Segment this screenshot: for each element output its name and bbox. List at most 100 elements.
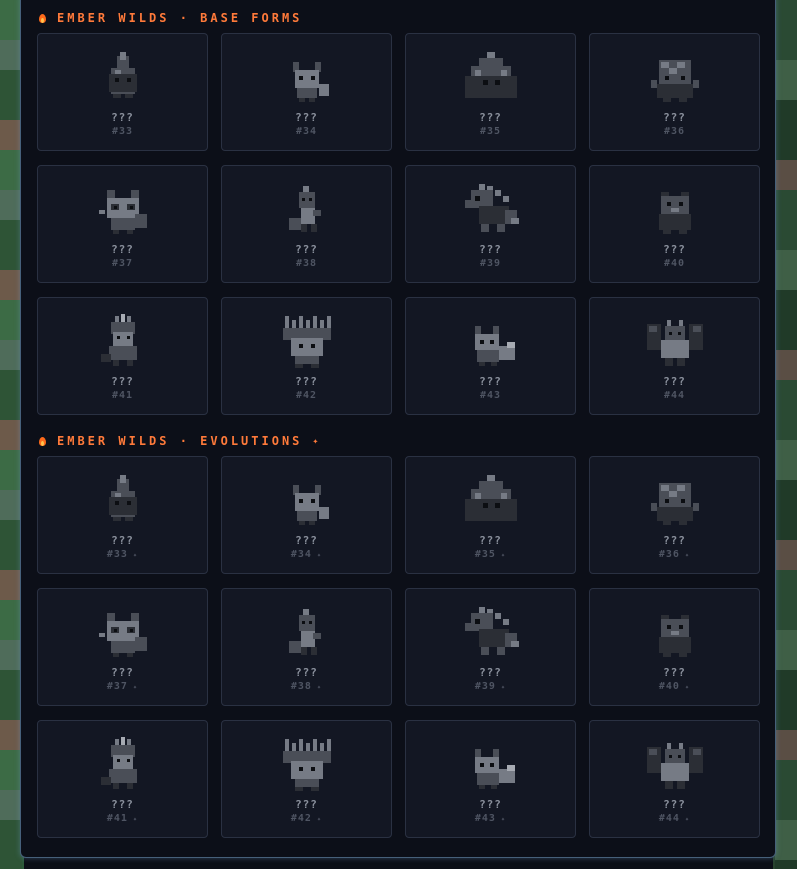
fox-silhouette-icon: [292, 485, 329, 525]
entry-name: ???: [111, 111, 134, 124]
fox-kit-silhouette-icon: [474, 326, 515, 366]
background-left: [0, 0, 22, 869]
evolution-star-icon: ✦: [500, 815, 507, 823]
dex-entry-card[interactable]: ??? #36: [589, 33, 760, 151]
dex-entry-card[interactable]: ??? #43 ✦: [405, 720, 576, 838]
winged-dragon-silhouette-icon: [646, 320, 703, 366]
evolution-star-icon: ✦: [684, 683, 691, 691]
entry-number-text: #35: [479, 126, 502, 137]
spiked-lizard-silhouette-icon: [464, 607, 519, 655]
entry-name: ???: [479, 243, 502, 256]
fire-spirit-silhouette-icon: [464, 52, 517, 98]
entry-number-text: #34: [295, 126, 318, 137]
dex-entry-card[interactable]: ??? #44: [589, 297, 760, 415]
entry-number: #33 ✦: [38, 549, 207, 560]
entry-number: #43: [406, 390, 575, 401]
entry-name: ???: [663, 111, 686, 124]
rock-golem-silhouette-icon: [650, 483, 699, 525]
dex-entry-card[interactable]: ??? #37 ✦: [37, 588, 208, 706]
raccoon-silhouette-icon: [98, 190, 147, 234]
entry-number: #42: [222, 390, 391, 401]
base-forms-grid: ??? #33??? #34??? #35??? #36??? #37??? #38??? #…: [37, 33, 760, 415]
flame-blob-silhouette-icon: [108, 475, 137, 521]
dex-entry-card[interactable]: ??? #42: [221, 297, 392, 415]
evolution-star-icon: ✦: [132, 815, 139, 823]
entry-name: ???: [295, 666, 318, 679]
sparkle-icon: ✦: [312, 435, 319, 447]
dex-entry-card[interactable]: ??? #42 ✦: [221, 720, 392, 838]
dex-entry-card[interactable]: ??? #37: [37, 165, 208, 283]
ember-imp-silhouette-icon: [288, 609, 321, 655]
dex-entry-card[interactable]: ??? #33 ✦: [37, 456, 208, 574]
entry-number-text: #37: [106, 681, 128, 692]
entry-number: #37 ✦: [38, 681, 207, 692]
ember-imp-silhouette-icon: [288, 186, 321, 232]
entry-number: #41: [38, 390, 207, 401]
dex-entry-card[interactable]: ??? #39 ✦: [405, 588, 576, 706]
evolution-star-icon: ✦: [684, 551, 691, 559]
entry-number: #35 ✦: [406, 549, 575, 560]
crystal-dragon-silhouette-icon: [100, 314, 137, 366]
entry-name: ???: [295, 798, 318, 811]
entry-number-text: #44: [663, 390, 686, 401]
entry-number-text: #43: [479, 390, 502, 401]
entry-number-text: #34: [290, 549, 312, 560]
entry-name: ???: [479, 111, 502, 124]
entry-number-text: #33: [106, 549, 128, 560]
flame-icon: [38, 436, 47, 447]
bear-silhouette-icon: [658, 615, 691, 657]
dex-entry-card[interactable]: ??? #38 ✦: [221, 588, 392, 706]
dex-entry-card[interactable]: ??? #44 ✦: [589, 720, 760, 838]
rock-golem-silhouette-icon: [650, 60, 699, 102]
entry-number-text: #44: [658, 813, 680, 824]
dex-entry-card[interactable]: ??? #39: [405, 165, 576, 283]
evolutions-grid: ??? #33 ✦??? #34 ✦??? #35 ✦??? #36 ✦??? #37 ✦??? #3…: [37, 456, 760, 838]
evolution-star-icon: ✦: [316, 815, 323, 823]
porcupine-silhouette-icon: [282, 739, 331, 791]
entry-number: #36 ✦: [590, 549, 759, 560]
entry-number: #37: [38, 258, 207, 269]
entry-number: #43 ✦: [406, 813, 575, 824]
dex-entry-card[interactable]: ??? #35 ✦: [405, 456, 576, 574]
entry-number: #38 ✦: [222, 681, 391, 692]
dex-entry-card[interactable]: ??? #34: [221, 33, 392, 151]
flame-blob-silhouette-icon: [108, 52, 137, 98]
dex-entry-card[interactable]: ??? #33: [37, 33, 208, 151]
entry-number: #39: [406, 258, 575, 269]
entry-name: ???: [295, 375, 318, 388]
entry-number-text: #40: [658, 681, 680, 692]
entry-number: #38: [222, 258, 391, 269]
entry-name: ???: [295, 243, 318, 256]
dex-entry-card[interactable]: ??? #35: [405, 33, 576, 151]
winged-dragon-silhouette-icon: [646, 743, 703, 789]
entry-number-text: #35: [474, 549, 496, 560]
entry-name: ???: [111, 534, 134, 547]
fox-kit-silhouette-icon: [474, 749, 515, 789]
evolution-star-icon: ✦: [500, 683, 507, 691]
entry-number: #44 ✦: [590, 813, 759, 824]
dex-entry-card[interactable]: ??? #41 ✦: [37, 720, 208, 838]
dex-entry-card[interactable]: ??? #36 ✦: [589, 456, 760, 574]
entry-number: #40 ✦: [590, 681, 759, 692]
dex-entry-card[interactable]: ??? #40: [589, 165, 760, 283]
entry-number: #34: [222, 126, 391, 137]
dex-entry-card[interactable]: ??? #38: [221, 165, 392, 283]
entry-number: #34 ✦: [222, 549, 391, 560]
entry-number-text: #39: [474, 681, 496, 692]
evolution-star-icon: ✦: [684, 815, 691, 823]
entry-number: #39 ✦: [406, 681, 575, 692]
section-header-base-forms: EMBER WILDS · BASE FORMS: [38, 8, 302, 28]
dex-entry-card[interactable]: ??? #43: [405, 297, 576, 415]
flame-icon: [38, 13, 47, 24]
entry-number: #35: [406, 126, 575, 137]
dex-entry-card[interactable]: ??? #34 ✦: [221, 456, 392, 574]
raccoon-silhouette-icon: [98, 613, 147, 657]
entry-number: #40: [590, 258, 759, 269]
dex-entry-card[interactable]: ??? #41: [37, 297, 208, 415]
entry-number-text: #43: [474, 813, 496, 824]
entry-name: ???: [111, 666, 134, 679]
entry-number-text: #41: [106, 813, 128, 824]
entry-name: ???: [479, 375, 502, 388]
dex-entry-card[interactable]: ??? #40 ✦: [589, 588, 760, 706]
entry-name: ???: [663, 798, 686, 811]
